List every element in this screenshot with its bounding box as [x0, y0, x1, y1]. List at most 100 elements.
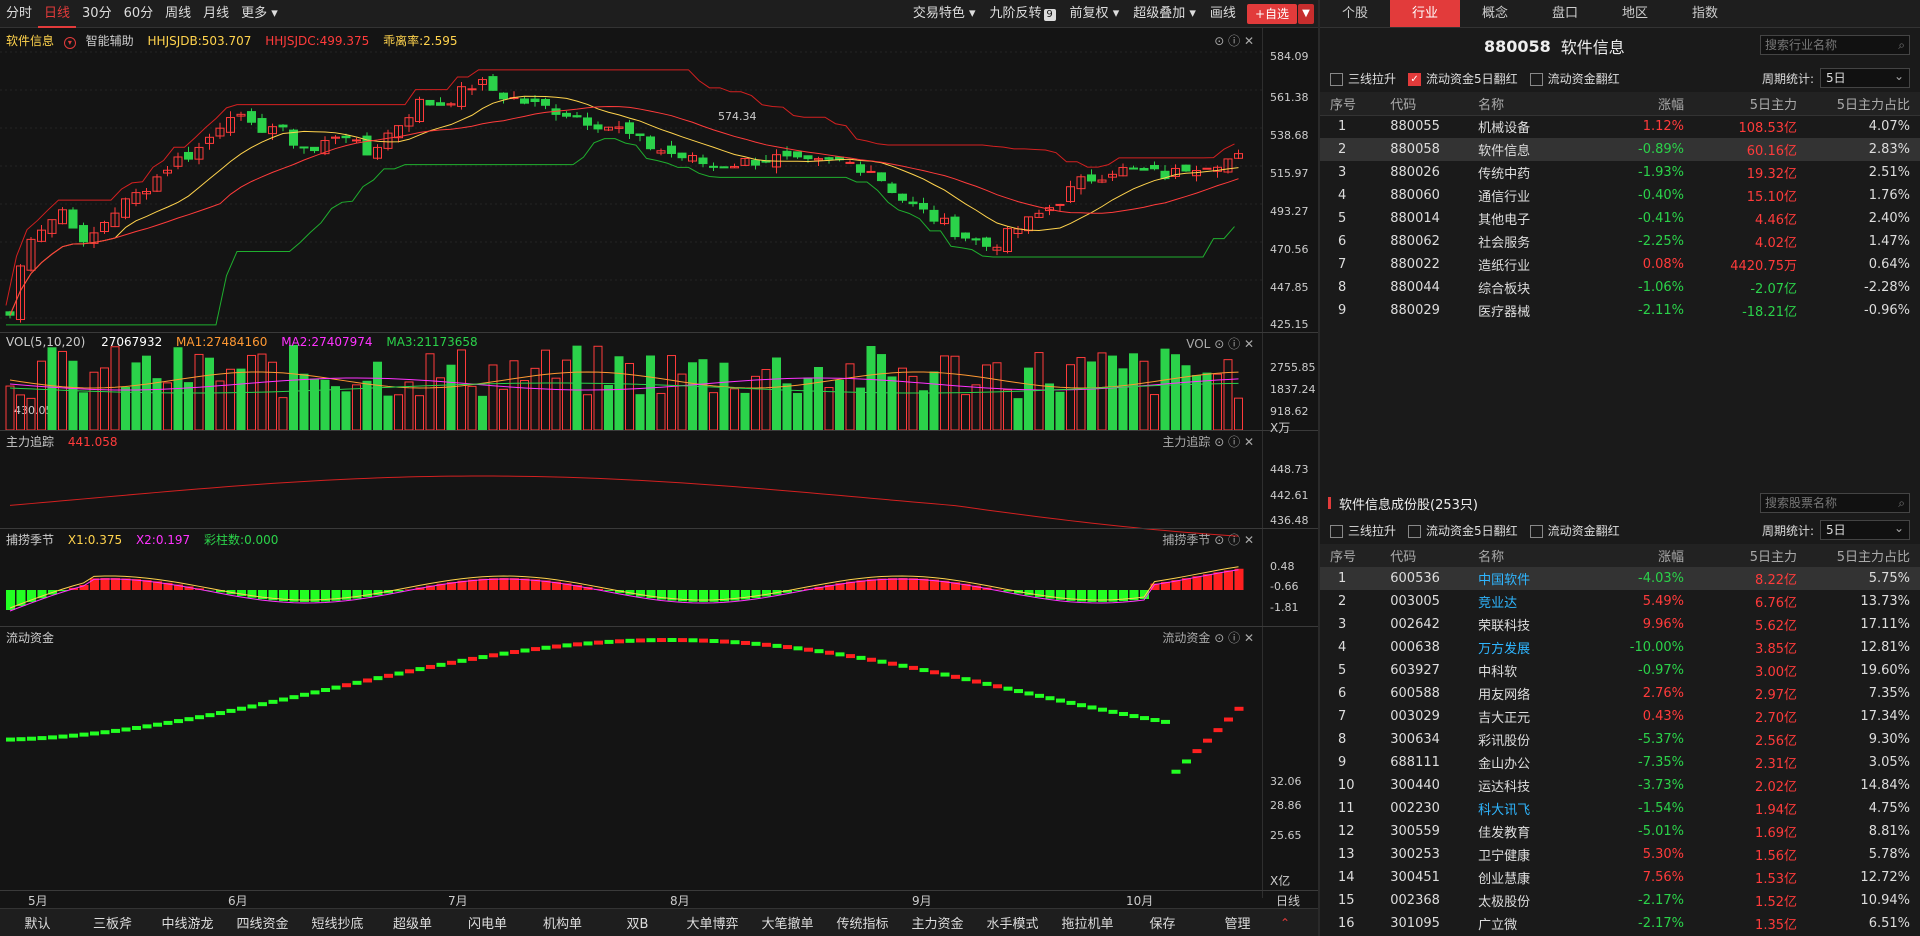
column-header[interactable]: 代码	[1380, 544, 1469, 568]
help-icon[interactable]: ⓘ	[1228, 337, 1240, 351]
stock-row[interactable]: 13 300253 卫宁健康 5.30% 1.56亿 5.78%	[1320, 843, 1920, 866]
indicator-tab[interactable]: 主力资金	[900, 913, 975, 932]
column-header[interactable]: 5日主力	[1694, 544, 1807, 568]
stock-row[interactable]: 3 002642 荣联科技 9.96% 5.62亿 17.11%	[1320, 613, 1920, 636]
indicator-tab[interactable]: 机构单	[525, 913, 600, 932]
indicator-tab[interactable]: 管理	[1200, 913, 1275, 932]
close-icon[interactable]: ✕	[1244, 631, 1254, 645]
add-watchlist-button[interactable]: +自选	[1246, 3, 1297, 24]
stock-row[interactable]: 1 600536 中国软件 -4.03% 8.22亿 5.75%	[1320, 567, 1920, 590]
period-tab[interactable]: 30分	[76, 0, 118, 28]
period-tab[interactable]: 月线	[197, 0, 235, 28]
industry-row[interactable]: 6 880062 社会服务 -2.25% 4.02亿 1.47%	[1320, 230, 1920, 253]
indicator-tab[interactable]: 短线抄底	[300, 913, 375, 932]
smart-assist-label[interactable]: 智能辅助	[86, 34, 134, 48]
indicator-tab[interactable]: 传统指标	[825, 913, 900, 932]
period-select[interactable]: 5日	[1820, 519, 1910, 540]
filter-flow-5d[interactable]: 流动资金5日翻红	[1408, 522, 1518, 539]
help-icon[interactable]: ⓘ	[1228, 533, 1240, 547]
flow-panel-name[interactable]: 流动资金	[6, 631, 54, 645]
indicator-tab[interactable]: 大笔撤单	[750, 913, 825, 932]
indicator-tab[interactable]: 双B	[600, 913, 675, 932]
period-tab[interactable]: 日线	[38, 0, 77, 28]
column-header[interactable]: 序号	[1320, 92, 1381, 116]
column-header[interactable]: 名称	[1468, 544, 1594, 568]
settings-icon[interactable]: ⊙	[1214, 631, 1224, 645]
close-icon[interactable]: ✕	[1244, 435, 1254, 449]
period-tab[interactable]: 分时	[0, 0, 38, 28]
indicator-tab[interactable]: 超级单	[375, 913, 450, 932]
indicator-tab[interactable]: 四线资金	[225, 913, 300, 932]
stock-row[interactable]: 10 300440 运达科技 -3.73% 2.02亿 14.84%	[1320, 774, 1920, 797]
right-tab[interactable]: 盘口	[1530, 0, 1600, 27]
right-tab[interactable]: 概念	[1460, 0, 1530, 27]
industry-row[interactable]: 5 880014 其他电子 -0.41% 4.46亿 2.40%	[1320, 207, 1920, 230]
period-tab[interactable]: 周线	[159, 0, 197, 28]
filter-flow-red[interactable]: 流动资金翻红	[1529, 70, 1620, 87]
industry-row[interactable]: 1 880055 机械设备 1.12% 108.53亿 4.07%	[1320, 115, 1920, 138]
indicator-tab[interactable]: 保存	[1125, 913, 1200, 932]
industry-row[interactable]: 8 880044 综合板块 -1.06% -2.07亿 -2.28%	[1320, 276, 1920, 299]
stock-row[interactable]: 12 300559 佳发教育 -5.01% 1.69亿 8.81%	[1320, 820, 1920, 843]
column-header[interactable]: 序号	[1320, 544, 1381, 568]
daily-label[interactable]: 日线	[1276, 892, 1300, 909]
nine-reverse-button[interactable]: 九阶反转 9	[983, 0, 1063, 28]
indicator-tab[interactable]: 闪电单	[450, 913, 525, 932]
column-header[interactable]: 5日主力占比	[1807, 92, 1920, 116]
forward-adj-dropdown[interactable]: 前复权 ▾	[1063, 0, 1127, 28]
column-header[interactable]: 5日主力占比	[1807, 544, 1920, 568]
stock-row[interactable]: 2 003005 竞业达 5.49% 6.76亿 13.73%	[1320, 590, 1920, 613]
industry-row[interactable]: 2 880058 软件信息 -0.89% 60.16亿 2.83%	[1320, 138, 1920, 161]
right-tab[interactable]: 指数	[1670, 0, 1740, 27]
help-icon[interactable]: ⓘ	[1228, 34, 1240, 48]
stock-row[interactable]: 5 603927 中科软 -0.97% 3.00亿 19.60%	[1320, 659, 1920, 682]
period-tab[interactable]: 更多 ▾	[235, 0, 284, 28]
stock-row[interactable]: 6 600588 用友网络 2.76% 2.97亿 7.35%	[1320, 682, 1920, 705]
indicator-tab[interactable]: 三板斧	[75, 913, 150, 932]
collapse-icon[interactable]: ⌃	[1275, 916, 1295, 930]
stock-row[interactable]: 9 688111 金山办公 -7.35% 2.31亿 3.05%	[1320, 751, 1920, 774]
filter-three-line[interactable]: 三线拉升	[1330, 522, 1396, 539]
chart-canvas[interactable]: 574.34 430.05	[0, 28, 1262, 908]
indicator-tab[interactable]: 拖拉机单	[1050, 913, 1125, 932]
industry-row[interactable]: 3 880026 传统中药 -1.93% 19.32亿 2.51%	[1320, 161, 1920, 184]
indicator-tab[interactable]: 默认	[0, 913, 75, 932]
vol-panel-name[interactable]: VOL(5,10,20)	[6, 335, 85, 349]
stock-row[interactable]: 11 002230 科大讯飞 -1.54% 1.94亿 4.75%	[1320, 797, 1920, 820]
overlay-dropdown[interactable]: 超级叠加 ▾	[1126, 0, 1203, 28]
help-icon[interactable]: ⓘ	[1228, 631, 1240, 645]
stock-search-input[interactable]: 搜索股票名称 ⌕	[1760, 493, 1910, 513]
industry-row[interactable]: 9 880029 医疗器械 -2.11% -18.21亿 -0.96%	[1320, 299, 1920, 322]
filter-flow-5d[interactable]: ✓ 流动资金5日翻红	[1408, 70, 1518, 87]
settings-icon[interactable]: ⊙	[1214, 337, 1224, 351]
stock-row[interactable]: 4 000638 万方发展 -10.00% 3.85亿 12.81%	[1320, 636, 1920, 659]
indicator-tab[interactable]: 中线游龙	[150, 913, 225, 932]
stock-row[interactable]: 15 002368 太极股份 -2.17% 1.52亿 10.94%	[1320, 889, 1920, 912]
column-header[interactable]: 5日主力	[1694, 92, 1807, 116]
indicator-tab[interactable]: 大单博弈	[675, 913, 750, 932]
period-tab[interactable]: 60分	[118, 0, 160, 28]
filter-flow-red[interactable]: 流动资金翻红	[1529, 522, 1620, 539]
price-panel-name[interactable]: 软件信息	[6, 34, 54, 48]
industry-row[interactable]: 4 880060 通信行业 -0.40% 15.10亿 1.76%	[1320, 184, 1920, 207]
period-select[interactable]: 5日	[1820, 67, 1910, 88]
stock-row[interactable]: 14 300451 创业慧康 7.56% 1.53亿 12.72%	[1320, 866, 1920, 889]
draw-line-button[interactable]: 画线	[1203, 0, 1243, 28]
help-icon[interactable]: ⓘ	[1228, 435, 1240, 449]
settings-icon[interactable]: ⊙	[1214, 34, 1224, 48]
right-tab[interactable]: 地区	[1600, 0, 1670, 27]
right-tab[interactable]: 个股	[1320, 0, 1390, 27]
add-watchlist-caret-icon[interactable]: ▼	[1298, 3, 1314, 24]
close-icon[interactable]: ✕	[1244, 533, 1254, 547]
filter-three-line[interactable]: 三线拉升	[1330, 70, 1396, 87]
settings-icon[interactable]: ⊙	[1214, 533, 1224, 547]
stock-row[interactable]: 7 003029 吉大正元 0.43% 2.70亿 17.34%	[1320, 705, 1920, 728]
column-header[interactable]: 名称	[1468, 92, 1594, 116]
trade-feature-dropdown[interactable]: 交易特色 ▾	[906, 0, 983, 28]
industry-row[interactable]: 7 880022 造纸行业 0.08% 4420.75万 0.64%	[1320, 253, 1920, 276]
column-header[interactable]: 代码	[1380, 92, 1469, 116]
column-header[interactable]: 涨幅	[1593, 92, 1695, 116]
dropdown-circle-icon[interactable]: ▾	[63, 37, 76, 49]
stock-row[interactable]: 8 300634 彩讯股份 -5.37% 2.56亿 9.30%	[1320, 728, 1920, 751]
column-header[interactable]: 涨幅	[1593, 544, 1695, 568]
